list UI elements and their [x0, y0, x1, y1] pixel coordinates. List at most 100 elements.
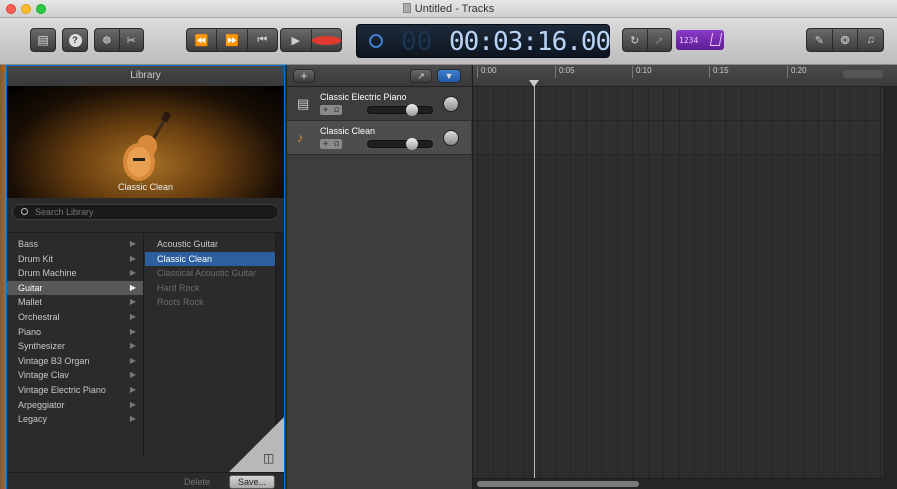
count-in-metronome-button[interactable]: 1234 — [676, 30, 724, 50]
rewind-icon: ⏪ — [194, 34, 209, 47]
category-item[interactable]: Mallet ▶ — [7, 295, 143, 310]
window-title: Untitled - Tracks — [0, 3, 897, 15]
mute-solo-buttons[interactable]: ✈ Ω — [320, 105, 342, 115]
category-item[interactable]: Drum Kit ▶ — [7, 252, 143, 267]
grid-line — [492, 87, 494, 489]
playhead-handle[interactable] — [529, 80, 539, 87]
category-item[interactable]: Bass ▶ — [7, 237, 143, 252]
media-browser-icon: ♫ — [866, 34, 875, 46]
patch-item[interactable]: Roots Rock — [145, 295, 275, 310]
rewind-button[interactable]: ⏪ — [187, 29, 218, 51]
ruler-mark: 0:15 — [709, 66, 729, 78]
track-header[interactable]: ♪ Classic Clean ✈ Ω — [287, 121, 471, 155]
grid-line — [802, 87, 804, 489]
cycle-button[interactable]: ↻ — [623, 29, 648, 51]
category-label: Guitar — [18, 282, 43, 293]
cycle-tuner-group: ↻ ➚ — [622, 28, 672, 52]
category-label: Arpeggiator — [18, 399, 65, 410]
category-item[interactable]: Synthesizer ▶ — [7, 339, 143, 354]
mute-solo-buttons[interactable]: ✈ Ω — [320, 139, 342, 149]
tuner-button[interactable]: ➚ — [648, 29, 672, 51]
grid-line — [616, 87, 618, 489]
volume-knob[interactable] — [406, 104, 418, 116]
tracks-area: 0:00 0:05 0:10 0:15 0:20 — [472, 65, 897, 489]
category-item[interactable]: Guitar ▶ — [7, 280, 143, 296]
fast-forward-button[interactable]: ⏩ — [217, 29, 248, 51]
chevron-right-icon: ▶ — [129, 355, 136, 365]
volume-knob[interactable] — [406, 138, 418, 150]
lcd-display[interactable]: 00 00:03:16.00 — [356, 24, 611, 58]
category-label: Vintage B3 Organ — [18, 355, 90, 366]
category-item[interactable]: Arpeggiator ▶ — [7, 398, 143, 413]
library-search-input[interactable] — [35, 206, 265, 218]
mute-icon[interactable]: ✈ — [323, 106, 329, 114]
snap-to-grid-button[interactable]: ▼ — [437, 69, 461, 83]
track-lanes[interactable] — [473, 87, 897, 489]
volume-slider[interactable] — [367, 104, 433, 116]
grid-line — [632, 87, 633, 489]
patch-item[interactable]: Classical Acoustic Guitar — [145, 266, 275, 281]
category-item[interactable]: Vintage Electric Piano ▶ — [7, 383, 143, 398]
track-header[interactable]: ▤ Classic Electric Piano ✈ Ω — [287, 87, 471, 121]
mute-icon[interactable]: ✈ — [323, 140, 329, 148]
scrollbar-thumb[interactable] — [477, 481, 639, 487]
patch-item[interactable]: Classic Clean — [145, 251, 275, 267]
loop-browser-button[interactable]: ❂ — [833, 29, 859, 51]
note-loops-browser-group: ✎ ❂ ♫ — [806, 28, 884, 52]
headphones-icon[interactable]: Ω — [334, 141, 339, 148]
cube-icon[interactable]: ◫ — [263, 451, 275, 465]
patch-item[interactable]: Hard Rock — [145, 281, 275, 296]
track-name: Classic Clean — [320, 126, 376, 136]
grid-line — [678, 87, 680, 489]
vertical-scrollbar[interactable] — [884, 87, 897, 489]
library-footer: Delete Save... — [7, 472, 284, 489]
chevron-right-icon: ▶ — [129, 384, 136, 394]
note-pad-button[interactable]: ✎ — [807, 29, 833, 51]
grid-line — [787, 87, 788, 489]
grid-line — [849, 87, 850, 489]
library-header: Library — [7, 66, 284, 86]
grid-line — [771, 87, 773, 489]
category-item[interactable]: Legacy ▶ — [7, 412, 143, 427]
play-button[interactable]: ▶ — [281, 29, 312, 51]
count-in-label: 1234 — [679, 35, 699, 45]
headphones-icon[interactable]: Ω — [334, 107, 339, 114]
grid-line — [554, 87, 556, 489]
grid-line — [601, 87, 602, 489]
patch-item[interactable]: Acoustic Guitar — [145, 237, 275, 252]
smart-controls-button[interactable]: ☸ — [95, 29, 120, 51]
chevron-right-icon: ▶ — [129, 268, 136, 278]
zoom-slider[interactable] — [843, 70, 883, 78]
category-label: Piano — [18, 326, 42, 337]
editors-button[interactable]: ✂ — [120, 29, 144, 51]
volume-slider[interactable] — [367, 138, 433, 150]
guitar-icon — [123, 112, 171, 181]
track-header-bar: + ↗ ▼ — [287, 65, 471, 87]
save-button[interactable]: Save... — [229, 475, 275, 489]
playhead[interactable] — [534, 80, 535, 480]
quick-help-button[interactable]: ? — [62, 28, 88, 52]
delete-button[interactable]: Delete — [173, 475, 221, 489]
category-label: Mallet — [18, 297, 43, 308]
grid-line — [864, 87, 866, 489]
title-bar: Untitled - Tracks — [0, 0, 897, 18]
category-item[interactable]: Drum Machine ▶ — [7, 266, 143, 281]
catch-playhead-button[interactable]: ↗ — [410, 69, 432, 83]
search-icon[interactable] — [21, 208, 28, 215]
go-to-beginning-button[interactable]: ⏮ — [248, 29, 277, 51]
category-label: Synthesizer — [18, 341, 66, 352]
category-item[interactable]: Piano ▶ — [7, 325, 143, 340]
add-track-button[interactable]: + — [293, 69, 315, 83]
media-browser-button[interactable]: ♫ — [858, 29, 883, 51]
category-list: Bass ▶ Drum Kit ▶ Drum Machine ▶ Guitar ▶ Mallet… — [7, 233, 144, 458]
horizontal-scrollbar[interactable] — [473, 478, 885, 489]
category-item[interactable]: Vintage B3 Organ ▶ — [7, 354, 143, 369]
pan-knob[interactable] — [443, 130, 459, 146]
grid-line — [539, 87, 540, 489]
category-item[interactable]: Vintage Clav ▶ — [7, 368, 143, 383]
library-button[interactable]: ▤ — [30, 28, 56, 52]
category-item[interactable]: Orchestral ▶ — [7, 310, 143, 325]
pan-knob[interactable] — [443, 96, 459, 112]
catch-icon: ↗ — [417, 70, 425, 81]
record-button[interactable] — [311, 29, 341, 51]
